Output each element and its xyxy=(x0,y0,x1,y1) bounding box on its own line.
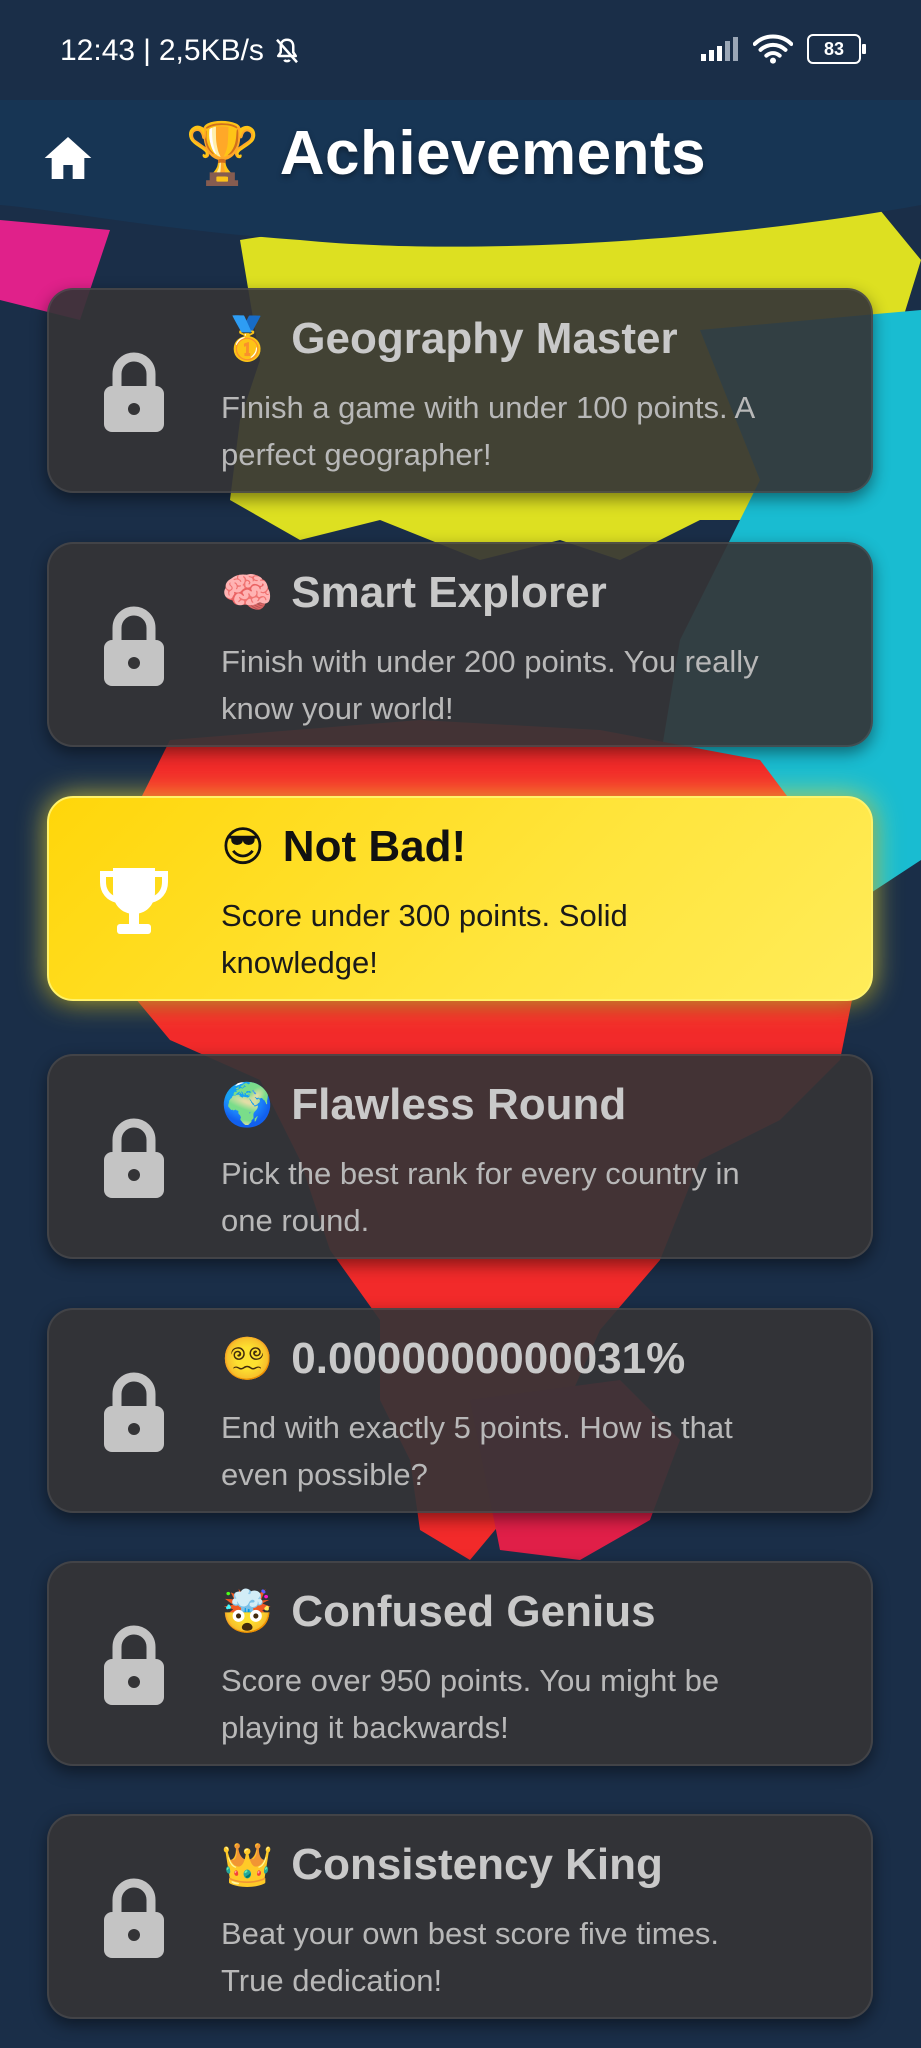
lock-icon xyxy=(104,1625,164,1705)
lock-icon xyxy=(104,1372,164,1452)
achievement-description-line-1: Beat your own best score five times. xyxy=(221,1916,719,1951)
achievement-description-line-1: Finish a game with under 100 points. A xyxy=(221,390,756,425)
achievement-description: Pick the best rank for every country in … xyxy=(221,1150,821,1244)
home-button[interactable] xyxy=(40,130,96,186)
achievement-card-geography-master[interactable]: 🥇 Geography Master Finish a game with un… xyxy=(47,288,873,493)
achievement-title-text: Geography Master xyxy=(291,314,678,363)
achievement-card-smart-explorer[interactable]: 🧠 Smart Explorer Finish with under 200 p… xyxy=(47,542,873,747)
home-icon xyxy=(44,137,92,179)
lock-icon xyxy=(104,606,164,686)
achievement-title: 🥇 Geography Master xyxy=(221,314,678,364)
achievement-description: Score under 300 points. Solid knowledge! xyxy=(221,892,821,986)
battery-indicator: 83 xyxy=(807,34,866,64)
achievement-description-line-2: True dedication! xyxy=(221,1963,443,1998)
page-title: 🏆 Achievements xyxy=(185,118,706,189)
achievement-description-line-1: Score over 950 points. You might be xyxy=(221,1663,720,1698)
signal-strength-icon xyxy=(701,37,738,61)
achievement-title-text: Confused Genius xyxy=(291,1587,656,1636)
network-speed: 2,5KB/s xyxy=(158,34,264,67)
trophy-icon xyxy=(100,868,168,934)
wifi-icon xyxy=(753,34,793,64)
achievement-title-text: Smart Explorer xyxy=(291,568,607,617)
status-bar: 12:43 | 2,5KB/s 83 xyxy=(0,0,921,100)
achievement-title: 🤯 Confused Genius xyxy=(221,1587,656,1637)
achievement-card-tiny-chance[interactable]: 😵‍💫 0.0000000000031% End with exactly 5 … xyxy=(47,1308,873,1513)
achievement-title: 👑 Consistency King xyxy=(221,1840,663,1890)
achievement-card-confused-genius[interactable]: 🤯 Confused Genius Score over 950 points.… xyxy=(47,1561,873,1766)
sunglasses-emoji: 😎 xyxy=(221,823,265,870)
achievement-title: 😵‍💫 0.0000000000031% xyxy=(221,1334,685,1384)
lock-icon xyxy=(104,1878,164,1958)
achievement-description-line-2: playing it backwards! xyxy=(221,1710,509,1745)
achievement-title-text: Not Bad! xyxy=(282,822,467,871)
achievement-description-line-1: Pick the best rank for every country in xyxy=(221,1156,740,1191)
achievement-title-text: Consistency King xyxy=(291,1840,663,1889)
achievement-description-line-1: End with exactly 5 points. How is that xyxy=(221,1410,733,1445)
achievement-description-line-2: know your world! xyxy=(221,691,454,726)
achievement-title: 😎 Not Bad! xyxy=(221,822,466,872)
achievement-card-consistency-king[interactable]: 👑 Consistency King Beat your own best sc… xyxy=(47,1814,873,2019)
achievement-description-line-1: Finish with under 200 points. You really xyxy=(221,644,759,679)
page-title-text: Achievements xyxy=(279,119,707,188)
achievement-title: 🧠 Smart Explorer xyxy=(221,568,607,618)
achievement-title-text: Flawless Round xyxy=(291,1080,627,1129)
brain-emoji: 🧠 xyxy=(221,569,274,616)
exploding-head-emoji: 🤯 xyxy=(221,1588,274,1635)
achievement-card-flawless-round[interactable]: 🌍 Flawless Round Pick the best rank for … xyxy=(47,1054,873,1259)
crown-emoji: 👑 xyxy=(221,1841,274,1888)
achievement-title-text: 0.0000000000031% xyxy=(291,1334,686,1383)
trophy-emoji: 🏆 xyxy=(185,119,260,187)
achievement-description-line-1: Score under 300 points. Solid xyxy=(221,898,628,933)
achievement-description-line-2: perfect geographer! xyxy=(221,437,492,472)
achievement-description-line-2: one round. xyxy=(221,1203,370,1238)
achievement-description: Beat your own best score five times. Tru… xyxy=(221,1910,821,2004)
dizzy-face-emoji: 😵‍💫 xyxy=(221,1335,274,1382)
achievement-description: Score over 950 points. You might be play… xyxy=(221,1657,821,1751)
notifications-muted-icon xyxy=(276,38,298,64)
achievement-description: Finish a game with under 100 points. A p… xyxy=(221,384,821,478)
lock-icon xyxy=(104,1118,164,1198)
achievement-description: End with exactly 5 points. How is that e… xyxy=(221,1404,821,1498)
status-time: 12:43 xyxy=(60,34,136,67)
lock-icon xyxy=(104,352,164,432)
achievement-description: Finish with under 200 points. You really… xyxy=(221,638,821,732)
achievement-card-not-bad[interactable]: 😎 Not Bad! Score under 300 points. Solid… xyxy=(47,796,873,1001)
achievement-description-line-2: knowledge! xyxy=(221,945,378,980)
achievement-title: 🌍 Flawless Round xyxy=(221,1080,626,1130)
status-divider: | xyxy=(143,34,151,67)
medal-emoji: 🥇 xyxy=(221,315,274,362)
globe-emoji: 🌍 xyxy=(221,1081,274,1128)
achievement-description-line-2: even possible? xyxy=(221,1457,428,1492)
